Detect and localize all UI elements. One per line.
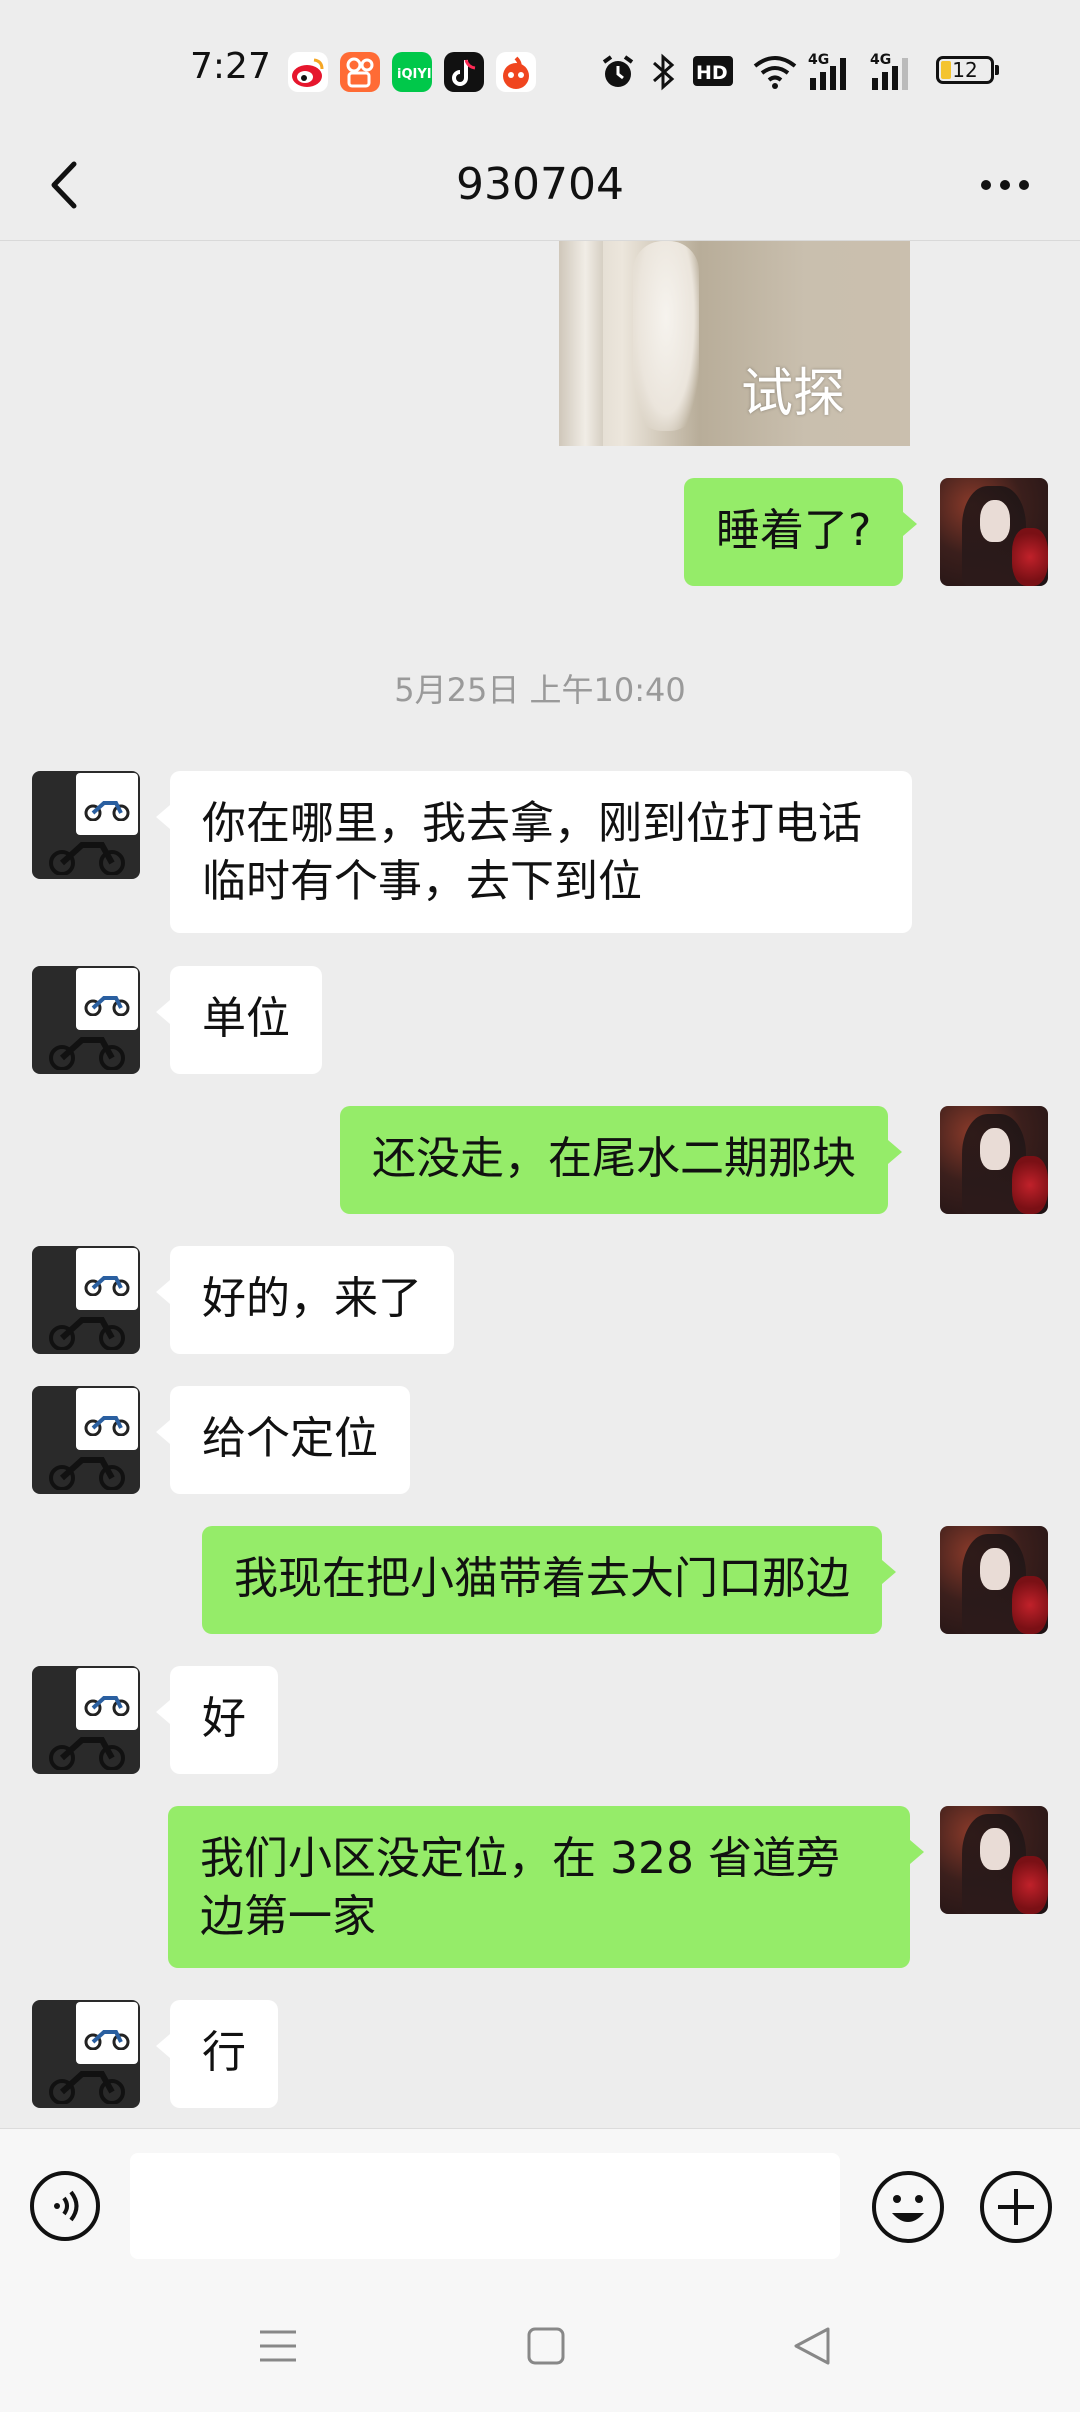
contact-avatar[interactable] bbox=[32, 771, 140, 879]
message-bubble-incoming[interactable]: 行 bbox=[156, 2000, 278, 2108]
message-bubble-incoming[interactable]: 好的，来了 bbox=[156, 1246, 454, 1354]
signal-4g-icon: 4G bbox=[870, 50, 920, 96]
kuaishou-icon bbox=[340, 52, 380, 92]
emoji-button[interactable] bbox=[870, 2169, 946, 2245]
svg-text:4G: 4G bbox=[870, 52, 891, 68]
sticker-cat bbox=[633, 241, 699, 431]
chevron-left-icon bbox=[51, 161, 77, 209]
sticker-image[interactable]: 试探 bbox=[559, 241, 910, 446]
voice-icon bbox=[30, 2171, 100, 2241]
message-bubble-outgoing[interactable]: 我们小区没定位，在 328 省道旁边第一家 bbox=[168, 1806, 924, 1968]
home-button[interactable] bbox=[524, 2324, 568, 2368]
status-bar: 7:27 iQIYI HD 4G 4G 12 bbox=[0, 0, 1080, 140]
message-bubble-incoming[interactable]: 你在哪里，我去拿，刚到位打电话临时有个事，去下到位 bbox=[156, 771, 912, 933]
my-avatar[interactable] bbox=[940, 478, 1048, 586]
weibo-icon bbox=[288, 52, 328, 92]
system-navigation bbox=[0, 2280, 1080, 2412]
back-nav-button[interactable] bbox=[790, 2324, 834, 2368]
hd-icon: HD bbox=[692, 54, 736, 92]
my-avatar[interactable] bbox=[940, 1806, 1048, 1914]
alarm-icon bbox=[598, 52, 638, 96]
battery-icon: 12 bbox=[936, 56, 999, 84]
my-avatar[interactable] bbox=[940, 1526, 1048, 1634]
more-options-button[interactable] bbox=[970, 150, 1040, 220]
message-bubble-outgoing[interactable]: 我现在把小猫带着去大门口那边 bbox=[202, 1526, 896, 1634]
iqiyi-icon: iQIYI bbox=[392, 52, 432, 92]
more-icon bbox=[981, 180, 1029, 190]
contact-avatar[interactable] bbox=[32, 2000, 140, 2108]
svg-text:HD: HD bbox=[696, 62, 728, 84]
message-input[interactable] bbox=[130, 2153, 840, 2259]
emoji-icon bbox=[872, 2171, 944, 2243]
input-bar bbox=[0, 2128, 1080, 2281]
message-bubble-incoming[interactable]: 给个定位 bbox=[156, 1386, 410, 1494]
home-icon bbox=[527, 2327, 565, 2365]
svg-text:iQIYI: iQIYI bbox=[397, 67, 432, 82]
chat-title: 930704 bbox=[456, 159, 624, 210]
triangle-back-icon bbox=[794, 2327, 830, 2365]
plus-icon bbox=[980, 2171, 1052, 2243]
chat-header: 930704 bbox=[0, 130, 1080, 241]
contact-avatar[interactable] bbox=[32, 1666, 140, 1774]
bluetooth-icon bbox=[648, 52, 678, 96]
fire-icon bbox=[496, 52, 536, 92]
sticker-caption: 试探 bbox=[741, 364, 846, 424]
message-bubble-outgoing[interactable]: 睡着了? bbox=[684, 478, 918, 586]
status-time: 7:27 bbox=[190, 46, 271, 87]
contact-avatar[interactable] bbox=[32, 966, 140, 1074]
voice-input-button[interactable] bbox=[28, 2169, 102, 2243]
more-actions-button[interactable] bbox=[978, 2169, 1054, 2245]
sticker-door bbox=[559, 241, 603, 446]
svg-text:4G: 4G bbox=[808, 52, 829, 68]
chat-messages[interactable]: 试探 睡着了? 5月25日 上午10:40 你在哪里，我去拿，刚到位打电话临时有… bbox=[0, 241, 1080, 2127]
message-timestamp: 5月25日 上午10:40 bbox=[394, 671, 686, 709]
wifi-icon bbox=[752, 52, 798, 96]
my-avatar[interactable] bbox=[940, 1106, 1048, 1214]
message-bubble-incoming[interactable]: 单位 bbox=[156, 966, 322, 1074]
contact-avatar[interactable] bbox=[32, 1386, 140, 1494]
back-button[interactable] bbox=[34, 150, 94, 220]
contact-avatar[interactable] bbox=[32, 1246, 140, 1354]
tiktok-icon bbox=[444, 52, 484, 92]
signal-4g-icon: 4G bbox=[808, 50, 858, 96]
recent-apps-button[interactable] bbox=[256, 2324, 300, 2368]
menu-icon bbox=[260, 2330, 296, 2362]
message-bubble-incoming[interactable]: 好 bbox=[156, 1666, 278, 1774]
message-bubble-outgoing[interactable]: 还没走，在尾水二期那块 bbox=[340, 1106, 902, 1214]
